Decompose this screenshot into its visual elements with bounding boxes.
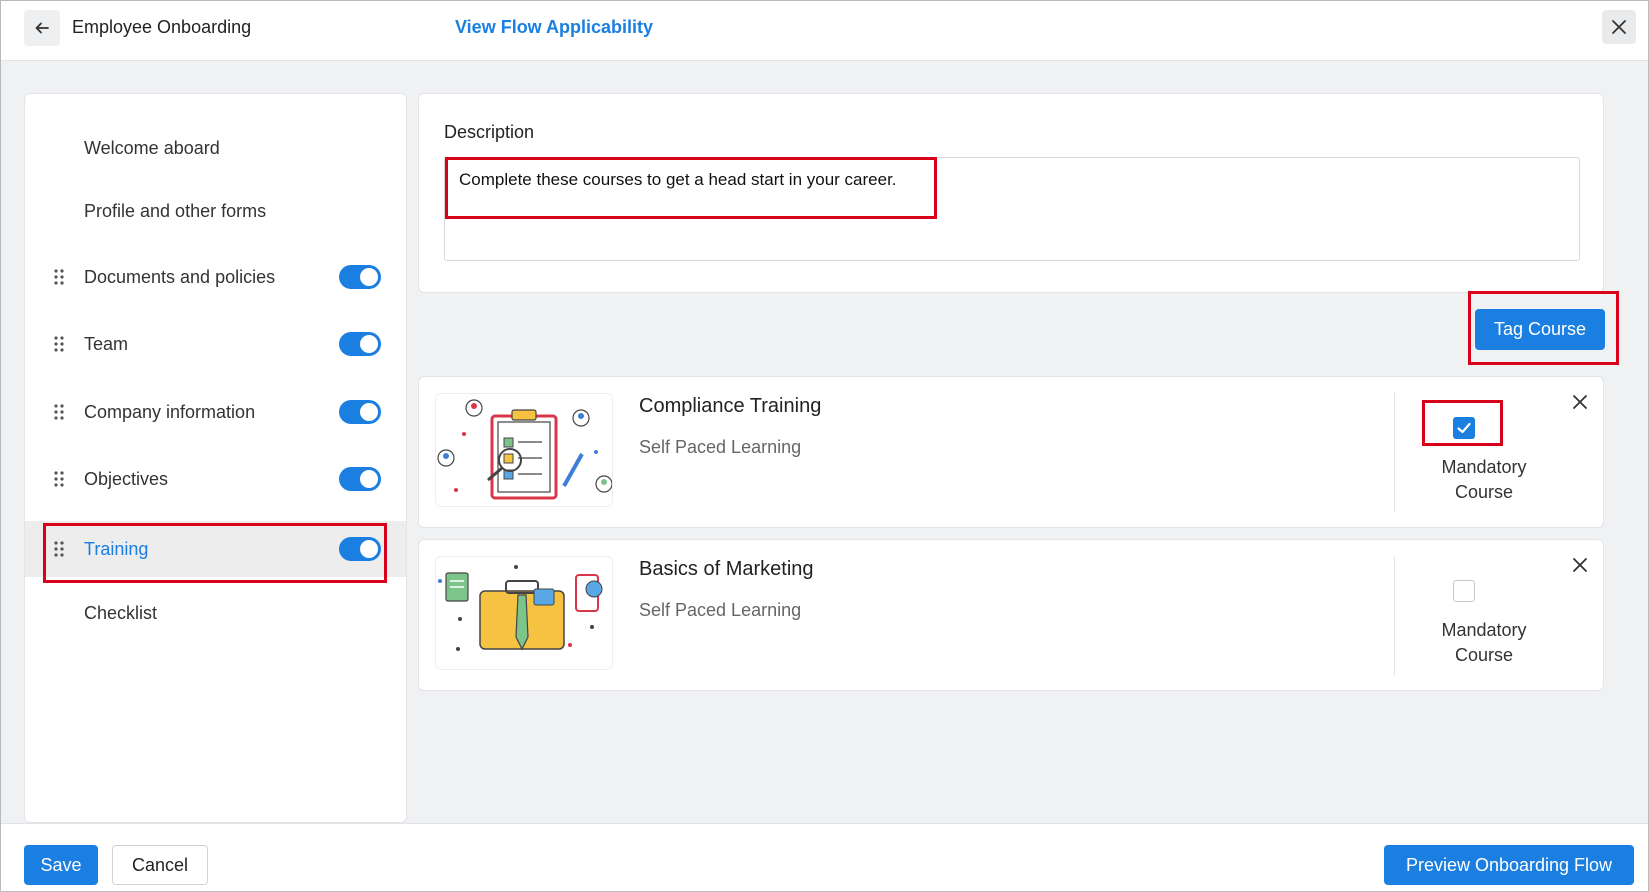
mandatory-course-label: Mandatory Course: [1441, 457, 1527, 502]
close-window-button[interactable]: [1602, 10, 1636, 44]
sidebar-item-team[interactable]: Team: [25, 314, 406, 374]
description-textarea[interactable]: Complete these courses to get a head sta…: [444, 157, 1580, 261]
preview-onboarding-flow-button[interactable]: Preview Onboarding Flow: [1384, 845, 1634, 885]
close-icon: [1612, 20, 1626, 34]
sidebar-item-label: Welcome aboard: [84, 137, 220, 158]
divider: [1394, 556, 1395, 676]
description-card: Description Complete these courses to ge…: [418, 93, 1604, 293]
course-thumbnail: [435, 556, 613, 670]
course-card-compliance-training: Compliance Training Self Paced Learning …: [418, 376, 1604, 528]
course-card-basics-of-marketing: Basics of Marketing Self Paced Learning …: [418, 539, 1604, 691]
mandatory-course-checkbox[interactable]: [1453, 417, 1475, 439]
drag-handle-icon[interactable]: [54, 404, 64, 420]
page-title: Employee Onboarding: [72, 17, 252, 37]
sidebar-item-training[interactable]: Training: [25, 521, 406, 577]
sidebar-item-label: Profile and other forms: [84, 200, 267, 221]
divider: [1394, 393, 1395, 513]
toggle-switch[interactable]: [339, 537, 381, 561]
save-button[interactable]: Save: [24, 845, 98, 885]
remove-course-button[interactable]: [1569, 554, 1591, 576]
course-subtitle: Self Paced Learning: [639, 600, 802, 620]
course-title: Basics of Marketing: [639, 558, 814, 580]
drag-handle-icon[interactable]: [54, 269, 64, 285]
clipboard-illustration-icon: [437, 399, 612, 500]
sidebar: Welcome aboard Profile and other forms D…: [24, 93, 407, 823]
sidebar-item-company-information[interactable]: Company information: [25, 382, 406, 442]
sidebar-item-documents-policies[interactable]: Documents and policies: [25, 247, 406, 307]
description-value: Complete these courses to get a head sta…: [459, 170, 897, 189]
app-window: Employee Onboarding View Flow Applicabil…: [0, 0, 1649, 892]
header-bar: Employee Onboarding View Flow Applicabil…: [1, 1, 1648, 61]
course-subtitle: Self Paced Learning: [639, 437, 802, 457]
toggle-switch[interactable]: [339, 332, 381, 356]
sidebar-item-label: Documents and policies: [84, 266, 276, 287]
close-icon: [1573, 395, 1587, 409]
sidebar-item-label: Objectives: [84, 468, 169, 489]
sidebar-item-label: Company information: [84, 401, 256, 422]
arrow-left-icon: [35, 22, 49, 34]
sidebar-item-label: Training: [84, 538, 149, 559]
drag-handle-icon[interactable]: [54, 336, 64, 352]
drag-handle-icon[interactable]: [54, 541, 64, 557]
checkmark-icon: [1457, 422, 1471, 434]
cancel-button[interactable]: Cancel: [112, 845, 208, 885]
footer-bar: Save Cancel Preview Onboarding Flow: [1, 823, 1648, 891]
close-icon: [1573, 558, 1587, 572]
remove-course-button[interactable]: [1569, 391, 1591, 413]
sidebar-item-label: Checklist: [84, 602, 158, 623]
view-flow-applicability-link[interactable]: View Flow Applicability: [455, 17, 653, 38]
description-label: Description: [444, 122, 535, 142]
sidebar-item-welcome-aboard[interactable]: Welcome aboard: [25, 118, 406, 178]
toggle-switch[interactable]: [339, 265, 381, 289]
toggle-switch[interactable]: [339, 467, 381, 491]
sidebar-item-profile-forms[interactable]: Profile and other forms: [25, 181, 406, 241]
back-button[interactable]: [24, 10, 60, 46]
tag-course-button[interactable]: Tag Course: [1475, 309, 1605, 350]
course-thumbnail: [435, 393, 613, 507]
mandatory-course-label: Mandatory Course: [1441, 620, 1527, 665]
sidebar-item-label: Team: [84, 333, 129, 354]
sidebar-item-checklist[interactable]: Checklist: [25, 583, 406, 643]
briefcase-illustration-icon: [438, 565, 603, 651]
toggle-switch[interactable]: [339, 400, 381, 424]
mandatory-course-checkbox[interactable]: [1453, 580, 1475, 602]
course-title: Compliance Training: [639, 395, 822, 417]
drag-handle-icon[interactable]: [54, 471, 64, 487]
sidebar-item-objectives[interactable]: Objectives: [25, 449, 406, 509]
